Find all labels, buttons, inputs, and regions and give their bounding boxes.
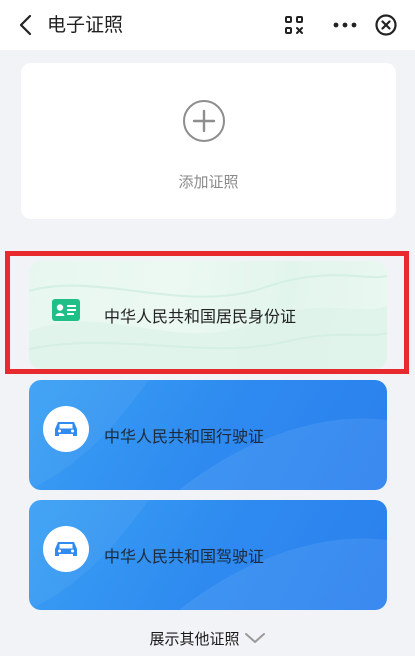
back-button[interactable] [10, 10, 40, 40]
car-icon-wrap [43, 406, 89, 452]
page-title: 电子证照 [47, 14, 124, 36]
top-nav-bar: 电子证照 [0, 0, 415, 50]
certificate-name: 中华人民共和国驾驶证 [104, 547, 265, 566]
add-certificate-card[interactable] [21, 63, 396, 219]
chevron-down-icon [244, 633, 265, 643]
certificate-name: 中华人民共和国行驶证 [104, 427, 265, 446]
certificate-card-vehicle-license[interactable]: 中华人民共和国行驶证 [29, 380, 387, 490]
scan-button[interactable] [280, 11, 308, 39]
selection-highlight-frame [5, 251, 409, 374]
close-circle-icon [375, 14, 397, 36]
car-icon [55, 422, 77, 436]
more-dots-icon [333, 22, 357, 28]
car-icon [55, 542, 77, 556]
certificate-card-driver-license[interactable]: 中华人民共和国驾驶证 [29, 500, 387, 610]
more-options-button[interactable] [330, 11, 360, 39]
show-more-certificates-button[interactable]: 展示其他证照 [0, 626, 415, 650]
add-circle-icon [183, 100, 225, 142]
electronic-license-page: 电子证照 添加证照 中华人民共和国居民身份证 中华人民共和国行驶证 中华人民共和… [0, 0, 415, 656]
chevron-left-icon [19, 14, 32, 36]
show-more-label: 展示其他证照 [149, 629, 240, 648]
add-certificate-label: 添加证照 [178, 173, 239, 191]
scan-icon [285, 16, 303, 34]
car-icon-wrap [43, 526, 89, 572]
close-button[interactable] [372, 11, 400, 39]
